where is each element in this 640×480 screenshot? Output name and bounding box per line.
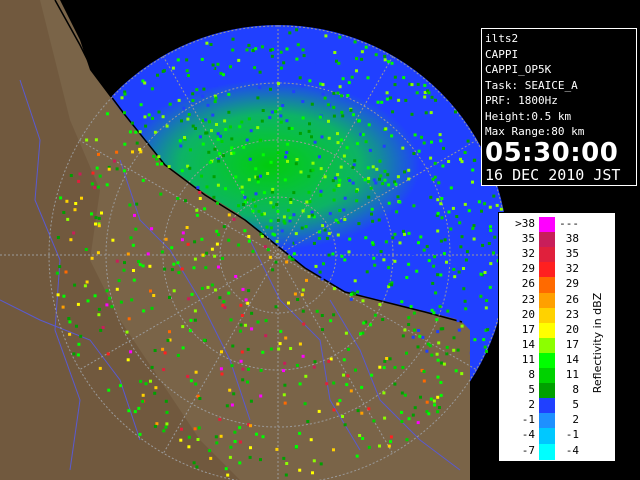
legend-upper-bound: 11 <box>565 368 579 381</box>
time-display: 05:30:00 <box>485 137 619 168</box>
legend-upper-bound: 35 <box>565 247 579 261</box>
legend-row: 35 38 <box>499 232 615 249</box>
task-label: Task: SEAICE_A <box>485 78 578 92</box>
legend-upper-bound: 20 <box>565 322 579 336</box>
legend-upper-bound: 2 <box>572 413 579 427</box>
product-type: CAPPI <box>485 47 519 61</box>
legend-upper-bound: 5 <box>572 398 579 412</box>
legend-lower-bound: 23 <box>521 292 535 306</box>
legend-swatch <box>539 277 555 294</box>
legend-swatch <box>539 217 555 233</box>
legend-swatch <box>539 232 555 249</box>
prf-label: PRF: 1800Hz <box>485 94 558 107</box>
legend-lower-bound: 35 <box>521 232 535 246</box>
legend-upper-bound: 14 <box>565 352 579 366</box>
legend-row: -7 -4 <box>499 443 615 460</box>
legend-lower-bound: 14 <box>521 337 535 351</box>
legend-upper-bound: 23 <box>565 307 579 321</box>
legend-lower-bound: 11 <box>521 352 535 366</box>
legend-lower-bound: 20 <box>521 307 535 321</box>
legend-upper-bound: 17 <box>565 337 579 351</box>
legend-upper-bound: 32 <box>565 262 579 276</box>
legend-upper-bound: 29 <box>565 277 579 291</box>
legend-row: -4 -1 <box>499 428 615 445</box>
legend-unit-label: Reflectivity in dBZ <box>591 292 604 394</box>
legend-lower-bound: 5 <box>528 383 535 397</box>
legend-row: 29 32 <box>499 262 615 279</box>
legend-lower-bound: -4 <box>521 428 535 442</box>
legend-upper-bound: 38 <box>565 232 579 246</box>
legend-upper-bound: 8 <box>572 383 579 397</box>
legend-swatch <box>539 322 555 339</box>
legend-lower-bound: -7 <box>521 443 535 457</box>
legend-row: 26 29 <box>499 277 615 294</box>
legend-swatch <box>539 247 555 264</box>
product-name: CAPPI_OP5K <box>485 63 552 76</box>
legend-lower-bound: >38 <box>515 217 535 230</box>
legend-lower-bound: 17 <box>521 322 535 336</box>
info-panel: ilts2 CAPPI CAPPI_OP5K Task: SEAICE_A PR… <box>481 28 637 186</box>
legend-swatch <box>539 443 555 460</box>
legend-upper-bound: --- <box>559 217 579 230</box>
height-label: Height:0.5 km <box>485 109 572 123</box>
legend-lower-bound: 32 <box>521 247 535 261</box>
legend-row: 25 <box>499 398 615 415</box>
legend-upper-bound: -1 <box>565 428 579 442</box>
legend-lower-bound: 8 <box>528 368 535 381</box>
legend-swatch <box>539 398 555 415</box>
legend-lower-bound: 26 <box>521 277 535 291</box>
legend-swatch <box>539 368 555 384</box>
legend-lower-bound: 2 <box>528 398 535 412</box>
legend-swatch <box>539 413 555 430</box>
legend-swatch <box>539 307 555 324</box>
legend-swatch <box>539 262 555 279</box>
legend-lower-bound: 29 <box>521 262 535 276</box>
legend-swatch <box>539 428 555 445</box>
legend-row: >38 --- <box>499 217 615 233</box>
legend-swatch <box>539 337 555 354</box>
legend-row: 32 35 <box>499 247 615 264</box>
legend-lower-bound: -1 <box>521 413 535 427</box>
legend-swatch <box>539 383 555 400</box>
legend-swatch <box>539 292 555 309</box>
legend-upper-bound: 26 <box>565 292 579 306</box>
radar-name: ilts2 <box>485 32 519 45</box>
legend-row: -1 2 <box>499 413 615 430</box>
date-display: 16 DEC 2010 JST <box>485 165 621 184</box>
legend-swatch <box>539 352 555 369</box>
color-legend: >38 --- 35 38 32 35 29 32 26 29 23 26 20 23 17 20 14 17 11… <box>498 212 616 462</box>
legend-upper-bound: -4 <box>565 443 579 457</box>
